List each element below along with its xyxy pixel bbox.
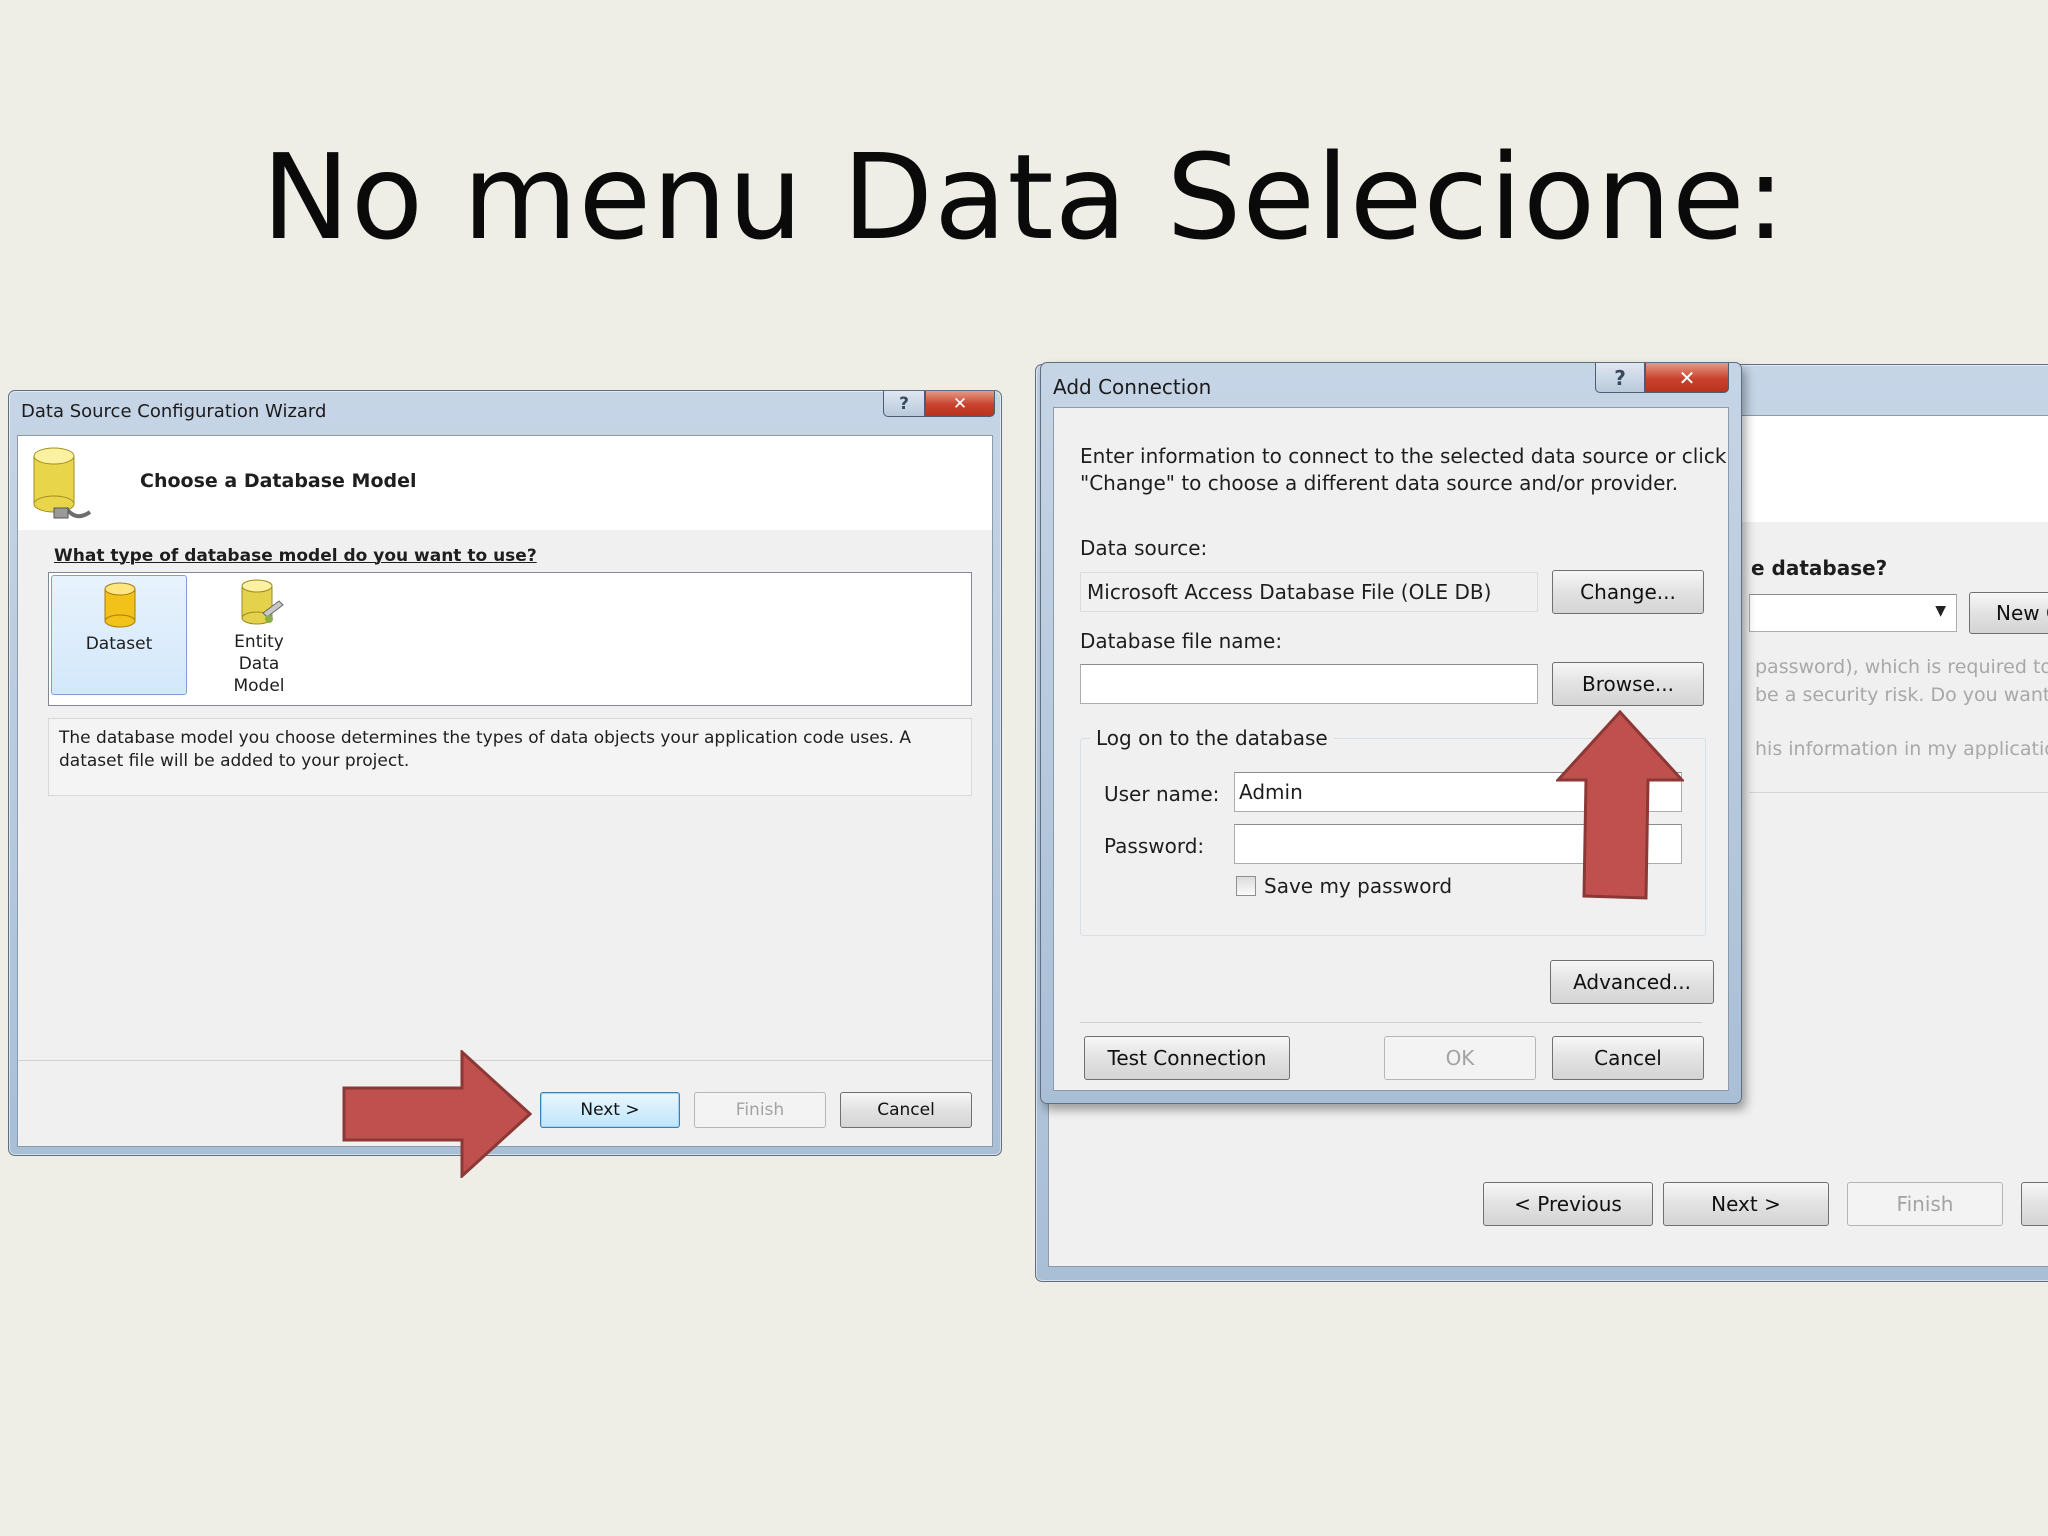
browse-button[interactable]: Browse... (1552, 662, 1704, 706)
help-text-line-3: his information in my applicatio (1755, 738, 2048, 760)
option-divider (1749, 792, 2048, 793)
add-connection-cancel-button[interactable]: Cancel (1552, 1036, 1704, 1080)
connection-dropdown[interactable]: ▼ (1749, 594, 1957, 632)
data-source-wizard-window: Data Source Configuration Wizard ? ✕ Cho… (8, 390, 1002, 1156)
slide-title: No menu Data Selecione: (261, 128, 1787, 266)
background-finish-button[interactable]: Finish (1847, 1182, 2003, 1226)
help-text-line-2: be a security risk. Do you want to (1755, 684, 2048, 706)
save-password-label: Save my password (1264, 874, 1453, 898)
wizard-header: Choose a Database Model (18, 436, 992, 530)
data-source-field: Microsoft Access Database File (OLE DB) (1080, 572, 1538, 612)
change-button[interactable]: Change... (1552, 570, 1704, 614)
add-connection-close-button[interactable]: ✕ (1645, 363, 1729, 393)
cancel-button[interactable]: Cancel (840, 1092, 972, 1128)
model-list: Dataset Entity Data Model (48, 572, 972, 706)
save-password-checkbox[interactable] (1236, 876, 1256, 896)
wizard-titlebar[interactable]: Data Source Configuration Wizard ? ✕ (9, 391, 1001, 429)
up-arrow-annotation (1554, 709, 1686, 904)
list-item-entity-data-model[interactable]: Entity Data Model (191, 575, 327, 696)
test-connection-button[interactable]: Test Connection (1084, 1036, 1290, 1080)
username-label: User name: (1104, 782, 1220, 806)
ok-button[interactable]: OK (1384, 1036, 1536, 1080)
new-connection-button[interactable]: New C (1969, 592, 2048, 634)
wizard-client-area: Choose a Database Model What type of dat… (17, 435, 993, 1147)
dialog-button-divider (1080, 1022, 1702, 1023)
logon-group-label: Log on to the database (1090, 726, 1334, 750)
database-file-input[interactable] (1080, 664, 1538, 704)
add-connection-help-button[interactable]: ? (1595, 363, 1645, 393)
entity-model-icon (239, 579, 285, 634)
wizard-title: Data Source Configuration Wizard (21, 401, 327, 422)
password-label: Password: (1104, 834, 1205, 858)
database-file-label: Database file name: (1080, 629, 1283, 653)
database-plug-icon (32, 446, 94, 524)
next-button[interactable]: Next > (540, 1092, 680, 1128)
previous-button[interactable]: < Previous (1483, 1182, 1653, 1226)
model-description: The database model you choose determines… (48, 718, 972, 796)
username-value: Admin (1239, 780, 1303, 804)
wizard-heading: Choose a Database Model (140, 470, 417, 492)
wizard-help-button[interactable]: ? (883, 391, 925, 417)
instructions-line-1: Enter information to connect to the sele… (1080, 444, 1727, 468)
finish-button[interactable]: Finish (694, 1092, 826, 1128)
data-source-label: Data source: (1080, 536, 1208, 560)
dataset-label: Dataset (85, 634, 153, 654)
right-arrow-annotation (342, 1048, 533, 1182)
database-question-fragment: e database? (1751, 556, 1888, 580)
add-connection-title: Add Connection (1053, 375, 1212, 399)
list-item-dataset[interactable]: Dataset (51, 575, 187, 695)
background-cancel-button[interactable] (2021, 1182, 2048, 1226)
background-next-button[interactable]: Next > (1663, 1182, 1829, 1226)
help-text-line-1: password), which is required to (1755, 656, 2048, 678)
advanced-button[interactable]: Advanced... (1550, 960, 1714, 1004)
data-source-value: Microsoft Access Database File (OLE DB) (1087, 580, 1492, 604)
chevron-down-icon: ▼ (1935, 603, 1946, 619)
wizard-close-button[interactable]: ✕ (925, 391, 995, 417)
dataset-icon (102, 582, 138, 633)
model-question: What type of database model do you want … (54, 546, 537, 566)
add-connection-titlebar[interactable]: Add Connection ? ✕ (1041, 363, 1741, 401)
instructions-line-2: "Change" to choose a different data sour… (1080, 471, 1679, 495)
entity-model-label: Entity Data Model (233, 632, 285, 696)
